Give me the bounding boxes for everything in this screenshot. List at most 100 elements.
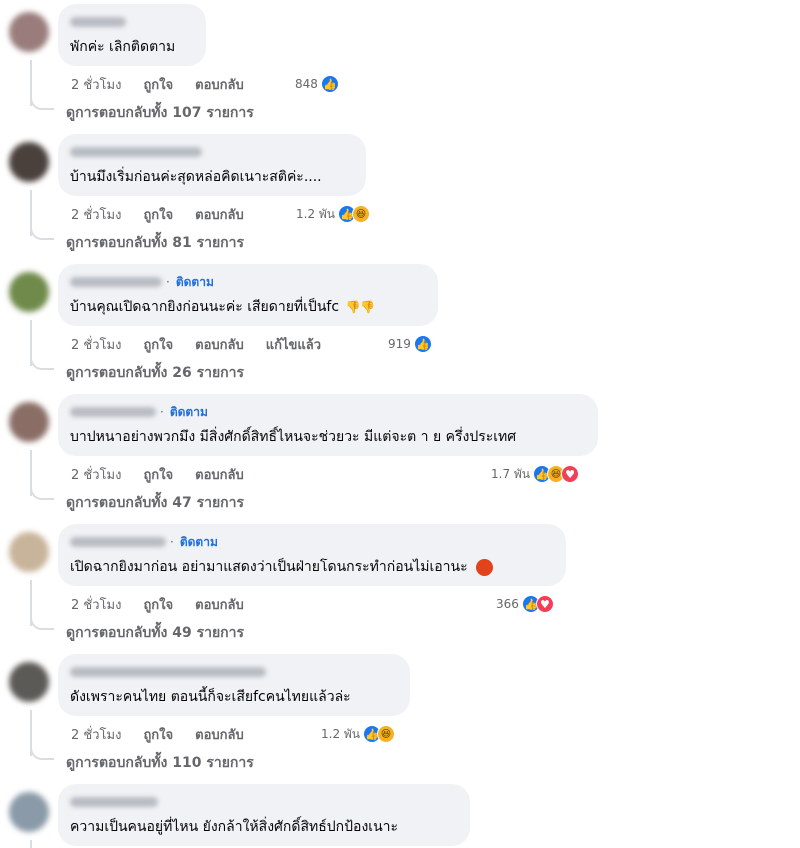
comment: · ติดตาม เปิดฉากยิงมาก่อน อย่ามาแสดงว่าเ…	[0, 524, 800, 654]
thread-line	[30, 840, 32, 848]
thread-curve	[30, 608, 54, 630]
reaction-count: 366	[496, 597, 519, 611]
follow-link[interactable]: ติดตาม	[170, 403, 208, 422]
reaction-count: 1.7 พัน	[491, 466, 531, 481]
comment-time[interactable]: 2 ชั่วโมง	[71, 204, 121, 225]
commenter-name[interactable]: · ติดตาม	[70, 404, 208, 420]
comment-time[interactable]: 2 ชั่วโมง	[71, 594, 121, 615]
comment-actions: 2 ชั่วโมง ถูกใจ ตอบกลับ แก้ไขแล้ว	[71, 334, 343, 354]
comment-text: บ้านคุณเปิดฉากยิงก่อนนะค่ะ เสียดายที่เป็…	[70, 296, 375, 318]
edited-label[interactable]: แก้ไขแล้ว	[266, 334, 321, 355]
reply-button[interactable]: ตอบกลับ	[195, 74, 244, 95]
view-replies-link[interactable]: ดูการตอบกลับทั้ง 47 รายการ	[66, 492, 244, 514]
reaction-summary[interactable]: 1.2 พัน 👍 😆	[321, 724, 396, 744]
commenter-name[interactable]	[70, 14, 126, 30]
blurred-name	[70, 277, 162, 287]
reply-button[interactable]: ตอบกลับ	[195, 334, 244, 355]
thumbs-up-icon: 👍	[413, 335, 432, 353]
view-replies-link[interactable]: ดูการตอบกลับทั้ง 110 รายการ	[66, 752, 254, 774]
blurred-name	[70, 537, 166, 547]
like-button[interactable]: ถูกใจ	[143, 334, 173, 355]
blurred-name	[70, 407, 156, 417]
comment-bubble: พักค่ะ เลิกติดตาม	[58, 4, 206, 66]
thread-curve	[30, 738, 54, 760]
blurred-name	[70, 147, 202, 157]
thread-curve	[30, 348, 54, 370]
commenter-name[interactable]	[70, 794, 158, 810]
comment-time[interactable]: 2 ชั่วโมง	[71, 334, 121, 355]
reaction-count: 919	[388, 337, 411, 351]
comment: ดังเพราะคนไทย ตอนนี้ก็จะเสียfcคนไทยแล้วล…	[0, 654, 800, 784]
comment-time[interactable]: 2 ชั่วโมง	[71, 74, 121, 95]
reaction-summary[interactable]: 366 👍 ♥	[496, 594, 554, 614]
comment-text: พักค่ะ เลิกติดตาม	[70, 39, 176, 55]
comment: ความเป็นคนอยู่ที่ไหน ยังกล้าให้สิ่งศักดิ…	[0, 784, 800, 848]
avatar[interactable]	[9, 12, 49, 52]
comment: พักค่ะ เลิกติดตาม 2 ชั่วโมง ถูกใจ ตอบกลั…	[0, 4, 800, 134]
angry-face-emoji	[476, 558, 494, 576]
like-button[interactable]: ถูกใจ	[143, 724, 173, 745]
reply-button[interactable]: ตอบกลับ	[195, 724, 244, 745]
comment: บ้านมึงเริ่มก่อนค่ะสุดหล่อคิดเนาะสติค่ะ.…	[0, 134, 800, 264]
commenter-name[interactable]: · ติดตาม	[70, 274, 214, 290]
comment-text-body: เปิดฉากยิงมาก่อน อย่ามาแสดงว่าเป็นฝ่ายโด…	[70, 559, 468, 575]
thread-curve	[30, 218, 54, 240]
view-replies-link[interactable]: ดูการตอบกลับทั้ง 26 รายการ	[66, 362, 244, 384]
reply-button[interactable]: ตอบกลับ	[195, 464, 244, 485]
comment-bubble: ดังเพราะคนไทย ตอนนี้ก็จะเสียfcคนไทยแล้วล…	[58, 654, 410, 716]
commenter-name[interactable]	[70, 144, 202, 160]
reaction-count: 848	[295, 77, 318, 91]
follow-link[interactable]: ติดตาม	[180, 533, 218, 552]
avatar[interactable]	[9, 142, 49, 182]
reply-button[interactable]: ตอบกลับ	[195, 594, 244, 615]
laughing-face-icon: 😆	[352, 205, 371, 223]
follow-link[interactable]: ติดตาม	[176, 273, 214, 292]
avatar[interactable]	[9, 532, 49, 572]
like-button[interactable]: ถูกใจ	[143, 74, 173, 95]
reply-button[interactable]: ตอบกลับ	[195, 204, 244, 225]
comment-actions: 2 ชั่วโมง ถูกใจ ตอบกลับ	[71, 594, 266, 614]
view-replies-link[interactable]: ดูการตอบกลับทั้ง 107 รายการ	[66, 102, 254, 124]
comment-actions: 2 ชั่วโมง ถูกใจ ตอบกลับ	[71, 204, 266, 224]
reaction-summary[interactable]: 919 👍	[388, 334, 432, 354]
comment-text: ดังเพราะคนไทย ตอนนี้ก็จะเสียfcคนไทยแล้วล…	[70, 689, 351, 705]
commenter-name[interactable]: · ติดตาม	[70, 534, 218, 550]
comment-bubble: · ติดตาม บ้านคุณเปิดฉากยิงก่อนนะค่ะ เสีย…	[58, 264, 438, 326]
view-replies-link[interactable]: ดูการตอบกลับทั้ง 81 รายการ	[66, 232, 244, 254]
commenter-name[interactable]	[70, 664, 266, 680]
laughing-face-icon: 😆	[377, 725, 396, 743]
blurred-name	[70, 17, 126, 27]
like-button[interactable]: ถูกใจ	[143, 594, 173, 615]
comment-text: บ้านมึงเริ่มก่อนค่ะสุดหล่อคิดเนาะสติค่ะ.…	[70, 169, 322, 185]
comment-time[interactable]: 2 ชั่วโมง	[71, 464, 121, 485]
thread-curve	[30, 478, 54, 500]
view-replies-link[interactable]: ดูการตอบกลับทั้ง 49 รายการ	[66, 622, 244, 644]
like-button[interactable]: ถูกใจ	[143, 464, 173, 485]
avatar[interactable]	[9, 792, 49, 832]
comment-actions: 2 ชั่วโมง ถูกใจ ตอบกลับ	[71, 464, 266, 484]
thumbs-up-icon: 👍	[320, 75, 339, 93]
comment-bubble: · ติดตาม บาปหนาอย่างพวกมึง มีสิ่งศักดิ์ส…	[58, 394, 598, 456]
comment-text: บาปหนาอย่างพวกมึง มีสิ่งศักดิ์สิทธิ์ไหนจ…	[70, 429, 517, 445]
avatar[interactable]	[9, 402, 49, 442]
thread-curve	[30, 88, 54, 110]
reaction-count: 1.2 พัน	[296, 206, 336, 221]
comment-bubble: ความเป็นคนอยู่ที่ไหน ยังกล้าให้สิ่งศักดิ…	[58, 784, 470, 846]
comment-text: เปิดฉากยิงมาก่อน อย่ามาแสดงว่าเป็นฝ่ายโด…	[70, 556, 494, 578]
blurred-name	[70, 667, 266, 677]
avatar[interactable]	[9, 272, 49, 312]
reaction-summary[interactable]: 1.2 พัน 👍 😆	[296, 204, 371, 224]
heart-icon: ♥	[535, 595, 554, 613]
reaction-summary[interactable]: 1.7 พัน 👍 😆 ♥	[491, 464, 580, 484]
reaction-summary[interactable]: 848 👍	[295, 74, 339, 94]
avatar[interactable]	[9, 662, 49, 702]
like-button[interactable]: ถูกใจ	[143, 204, 173, 225]
comment: · ติดตาม บาปหนาอย่างพวกมึง มีสิ่งศักดิ์ส…	[0, 394, 800, 524]
comment-actions: 2 ชั่วโมง ถูกใจ ตอบกลับ	[71, 74, 266, 94]
heart-icon: ♥	[561, 465, 580, 483]
thumbs-down-emoji: 👎👎	[345, 300, 376, 314]
blurred-name	[70, 797, 158, 807]
comment-time[interactable]: 2 ชั่วโมง	[71, 724, 121, 745]
comment-bubble: บ้านมึงเริ่มก่อนค่ะสุดหล่อคิดเนาะสติค่ะ.…	[58, 134, 366, 196]
comment-text: ความเป็นคนอยู่ที่ไหน ยังกล้าให้สิ่งศักดิ…	[70, 819, 399, 835]
